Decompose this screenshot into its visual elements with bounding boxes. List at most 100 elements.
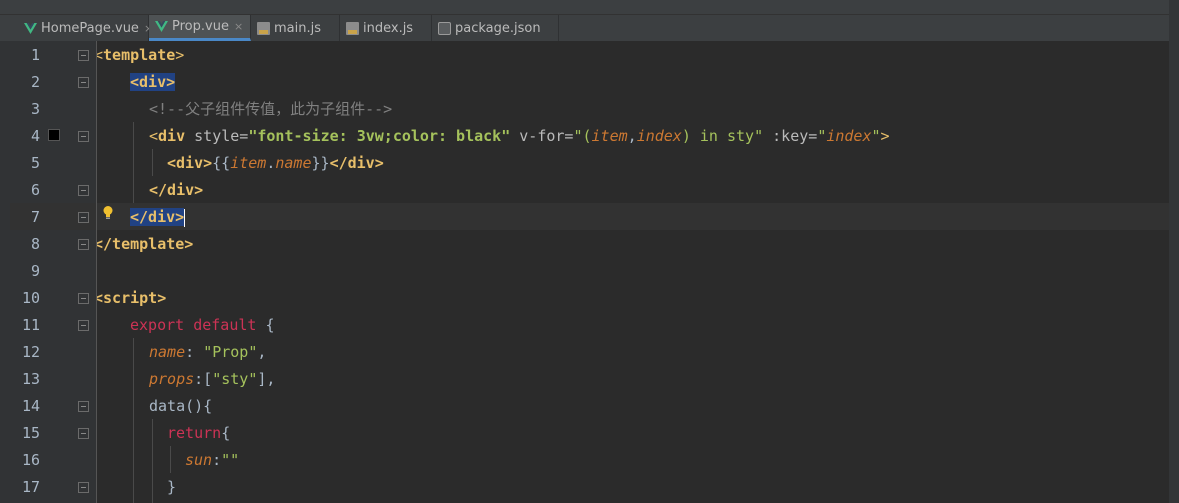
- punct: }: [167, 478, 177, 496]
- string-literal: "sty": [212, 370, 258, 388]
- code-line-8: </template>: [97, 231, 193, 258]
- attr-value: "font-size: 3vw;color: black": [248, 127, 511, 145]
- code-line-17: }: [167, 474, 176, 501]
- prop-key: props: [149, 370, 195, 388]
- code-line-4: <div style="font-size: 3vw;color: black"…: [149, 123, 890, 150]
- attr-value: ": [871, 127, 881, 145]
- tag-bracket: >: [175, 46, 185, 64]
- line-number: 11: [21, 316, 40, 334]
- line-number: 6: [30, 181, 40, 199]
- attr-value: ": [817, 127, 827, 145]
- line-number: 5: [30, 154, 40, 172]
- tag-bracket: <: [149, 127, 159, 145]
- code-line-15: return{: [167, 420, 230, 447]
- indent-guide: [152, 419, 153, 503]
- keyword: export: [130, 316, 185, 334]
- editor-tab-bar: HomePage.vue × Prop.vue × main.js index.…: [0, 15, 1179, 42]
- punct: {: [256, 316, 275, 334]
- title-strip: [0, 0, 1179, 15]
- close-icon[interactable]: ×: [234, 20, 243, 33]
- tab-main-js[interactable]: main.js: [251, 15, 340, 41]
- tab-label: package.json: [455, 20, 541, 36]
- tab-homepage-vue[interactable]: HomePage.vue ×: [18, 15, 153, 41]
- right-scroll-strip[interactable]: [1169, 0, 1179, 503]
- tab-index-js[interactable]: index.js: [340, 15, 432, 41]
- code-line-11: export default {: [130, 312, 275, 339]
- line-number: 2: [30, 73, 40, 91]
- prop-key: name: [149, 343, 186, 361]
- tag-bracket: >: [880, 127, 890, 145]
- line-number: 14: [21, 397, 40, 415]
- fold-toggle-icon[interactable]: [78, 50, 89, 61]
- selected-tag: <div>: [130, 73, 176, 91]
- fold-toggle-icon[interactable]: [78, 212, 89, 223]
- line-number: 12: [21, 343, 40, 361]
- line-number: 9: [30, 262, 40, 280]
- selected-tag: </div>: [130, 208, 185, 226]
- fold-toggle-icon[interactable]: [78, 482, 89, 493]
- line-number: 3: [30, 100, 40, 118]
- attr-value: ) in sty": [681, 127, 764, 145]
- left-tool-strip: [0, 41, 10, 503]
- mustache: {{: [212, 154, 231, 172]
- tab-label: HomePage.vue: [41, 20, 139, 36]
- keyword: default: [184, 316, 257, 334]
- code-line-14: data(){: [149, 393, 212, 420]
- line-number: 1: [30, 46, 40, 64]
- line-number: 8: [30, 235, 40, 253]
- line-number: 16: [21, 451, 40, 469]
- prop-key: sun: [185, 451, 213, 469]
- code-line-2: <div>: [130, 69, 176, 96]
- fold-toggle-icon[interactable]: [78, 131, 89, 142]
- tag-name: template: [103, 46, 176, 64]
- attr-name: :key=: [763, 127, 818, 145]
- line-number: 7: [30, 208, 40, 226]
- punct: (){: [185, 397, 213, 415]
- punct: ,: [627, 127, 637, 145]
- fold-toggle-icon[interactable]: [78, 320, 89, 331]
- string-literal: "": [221, 451, 240, 469]
- code-line-5: <div>{{item.name}}</div>: [167, 150, 384, 177]
- code-line-12: name: "Prop",: [149, 339, 266, 366]
- mustache: }}: [311, 154, 330, 172]
- js-file-icon: [257, 21, 270, 35]
- line-number: 17: [21, 478, 40, 496]
- code-line-10: <script>: [97, 285, 166, 312]
- fold-toggle-icon[interactable]: [78, 239, 89, 250]
- fold-toggle-icon[interactable]: [78, 293, 89, 304]
- punct: :[: [194, 370, 213, 388]
- fold-toggle-icon[interactable]: [78, 401, 89, 412]
- punct: ,: [257, 343, 267, 361]
- js-file-icon: [346, 21, 359, 35]
- line-number: 10: [21, 289, 40, 307]
- code-editor[interactable]: <template> <div> <!--父子组件传值，此为子组件--> <di…: [97, 41, 1169, 503]
- fold-toggle-icon[interactable]: [78, 428, 89, 439]
- indent-guide: [152, 149, 153, 176]
- code-line-1: <template>: [97, 42, 184, 69]
- attr-name: style=: [185, 127, 249, 145]
- tab-prop-vue[interactable]: Prop.vue ×: [149, 15, 251, 41]
- string-literal: "Prop": [203, 343, 258, 361]
- indent-guide: [133, 122, 134, 203]
- attr-value: "(: [573, 127, 592, 145]
- fold-toggle-icon[interactable]: [78, 77, 89, 88]
- json-file-icon: [438, 21, 451, 35]
- fold-toggle-icon[interactable]: [78, 185, 89, 196]
- tab-label: index.js: [363, 20, 414, 36]
- tag: <div>: [167, 154, 213, 172]
- tag: <script>: [97, 289, 167, 307]
- code-line-7: </div>: [130, 204, 186, 231]
- bookmark-marker-icon[interactable]: [48, 129, 60, 141]
- tab-label: main.js: [274, 20, 321, 36]
- line-number: 15: [21, 424, 40, 442]
- vue-icon: [24, 22, 37, 35]
- tag: </template>: [97, 235, 194, 253]
- prop-name: name: [275, 154, 312, 172]
- keyword: return: [167, 424, 222, 442]
- code-line-16: sun:"": [185, 447, 239, 474]
- tab-package-json[interactable]: package.json: [432, 15, 559, 41]
- punct: {: [221, 424, 231, 442]
- var-name: item: [591, 127, 628, 145]
- indent-guide: [133, 338, 134, 503]
- punct: ],: [257, 370, 276, 388]
